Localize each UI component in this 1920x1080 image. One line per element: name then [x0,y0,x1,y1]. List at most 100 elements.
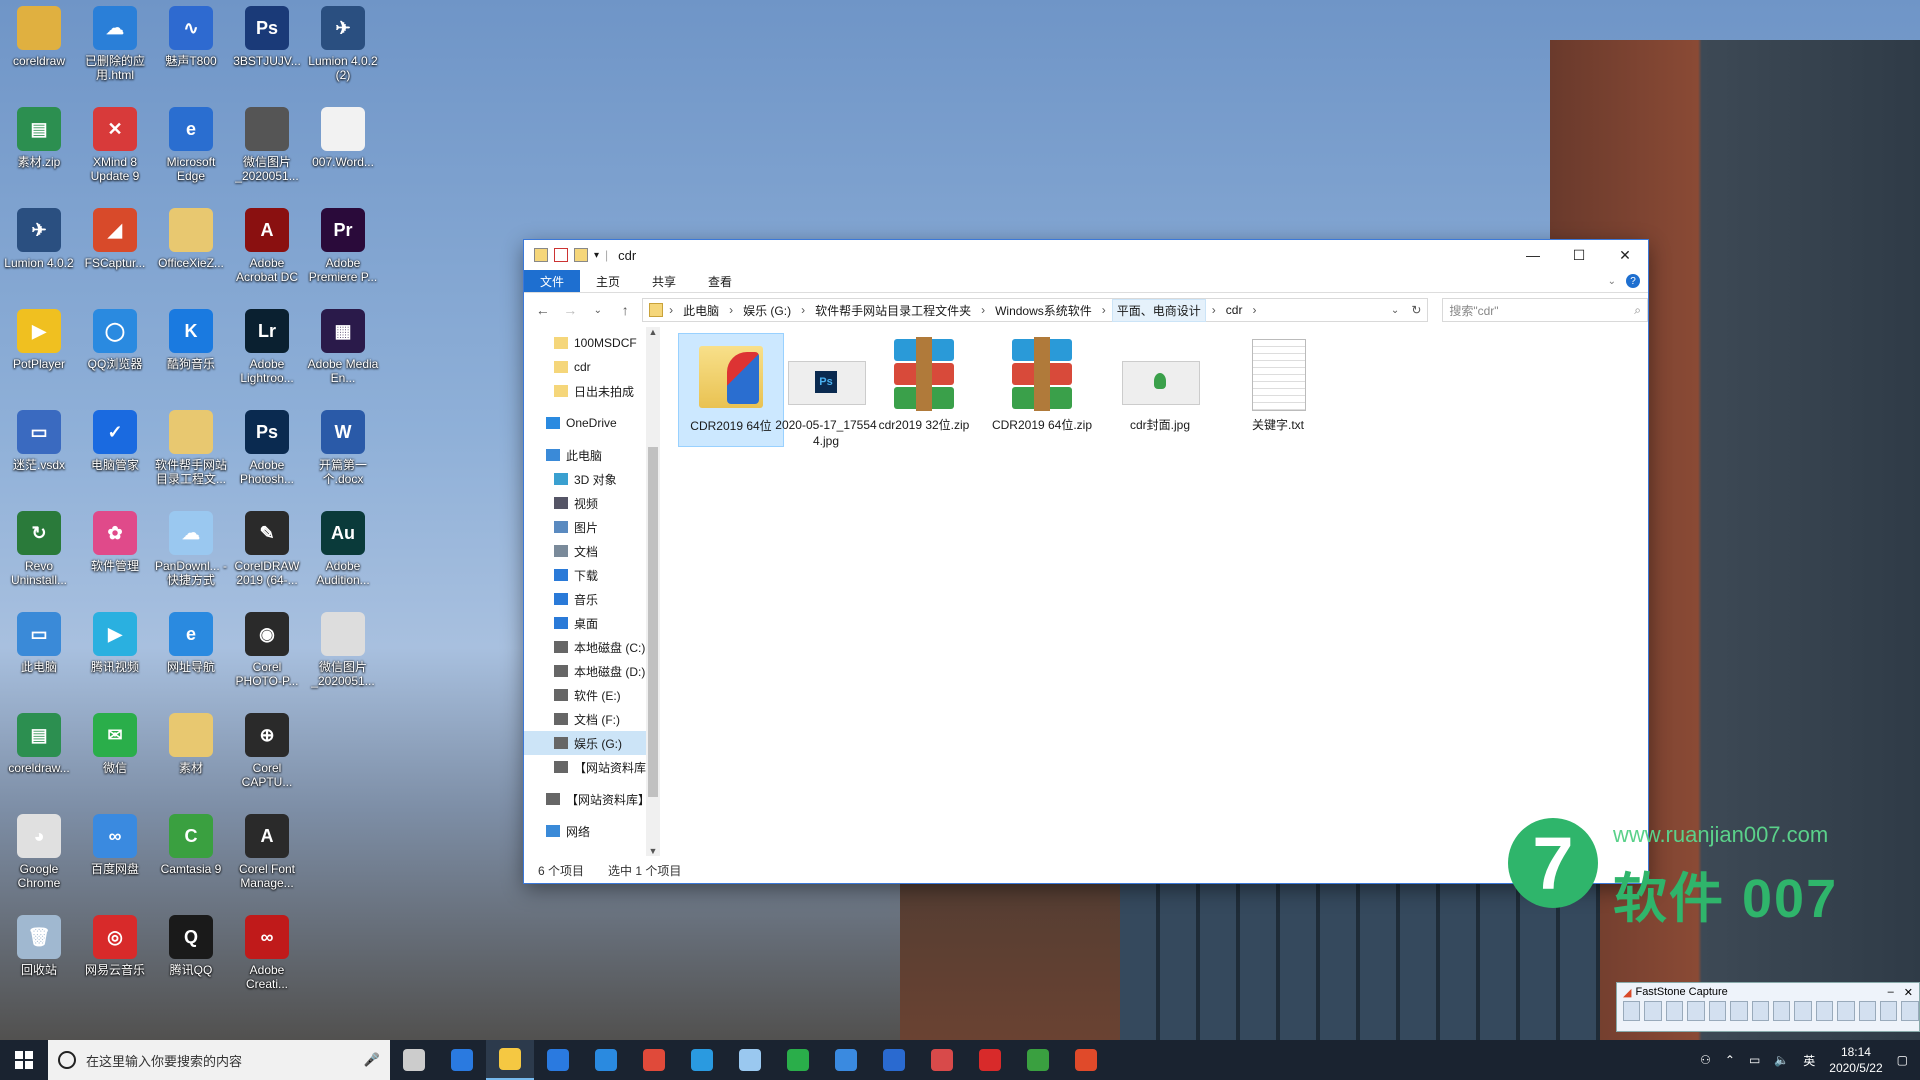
nav-item[interactable]: 本地磁盘 (D:) [524,659,660,683]
address-dropdown-icon[interactable]: ⌄ [1391,305,1399,316]
capture-tool-icon[interactable] [1687,1001,1705,1021]
desktop-icon[interactable]: W 开篇第一个.docx [306,406,380,486]
tab-view[interactable]: 查看 [692,270,748,292]
taskbar-store-button[interactable] [534,1040,582,1080]
back-button[interactable]: ← [532,302,554,318]
breadcrumb-drive-g[interactable]: 娱乐 (G:) [739,300,795,321]
breadcrumb-design[interactable]: 平面、电商设计 [1111,298,1206,322]
desktop-icon[interactable]: Au Adobe Audition... [306,507,380,587]
desktop-icon[interactable]: Pr Adobe Premiere P... [306,204,380,284]
minimize-button[interactable]: — [1510,240,1556,270]
microphone-icon[interactable]: 🎤 [364,1052,380,1068]
title-bar[interactable]: ▾ | cdr — ☐ ✕ [524,240,1648,270]
file-item[interactable]: Ps 2020-05-17_175544.jpg [774,333,878,448]
desktop-icon[interactable]: 007.Word... [306,103,380,169]
nav-item[interactable]: 娱乐 (G:) [524,731,660,755]
desktop-icon[interactable]: ▤ coreldraw... [2,709,76,775]
capture-tool-icon[interactable] [1901,1001,1919,1021]
nav-item[interactable]: OneDrive [524,411,660,435]
desktop-icon[interactable]: ◕ Google Chrome [2,810,76,890]
nav-item[interactable]: 软件 (E:) [524,683,660,707]
taskbar-edge-button[interactable] [438,1040,486,1080]
search-box[interactable]: 搜索"cdr" ⌕ [1442,298,1649,322]
capture-tool-icon[interactable] [1623,1001,1641,1021]
notification-icon[interactable]: ▢ [1897,1053,1908,1067]
desktop-icon[interactable]: ◉ Corel PHOTO-P... [230,608,304,688]
taskbar-camtasia-button[interactable] [1014,1040,1062,1080]
nav-item[interactable]: 视频 [524,491,660,515]
nav-item[interactable]: 100MSDCF [524,331,660,355]
desktop-icon[interactable]: ◢ FSCaptur... [78,204,152,270]
desktop-icon[interactable]: ☁ PanDownl... - 快捷方式 [154,507,228,587]
refresh-icon[interactable]: ↻ [1405,303,1427,317]
capture-tool-icon[interactable] [1815,1001,1834,1021]
nav-item[interactable]: 文档 [524,539,660,563]
desktop-icon[interactable]: ▦ Adobe Media En... [306,305,380,385]
nav-item[interactable]: 文档 (F:) [524,707,660,731]
desktop-icon[interactable]: Q 腾讯QQ [154,911,228,977]
capture-tool-icon[interactable] [1837,1001,1855,1021]
desktop-icon[interactable]: ☁ 已删除的应用.html [78,2,152,82]
people-icon[interactable]: ⚇ [1700,1053,1711,1067]
desktop-icon[interactable]: 软件帮手网站目录工程文... [154,406,228,486]
nav-item[interactable]: 图片 [524,515,660,539]
desktop-icon[interactable]: ⊕ Corel CAPTU... [230,709,304,789]
desktop-icon[interactable]: ▤ 素材.zip [2,103,76,169]
capture-tool-icon[interactable] [1644,1001,1662,1021]
nav-item[interactable]: 网络 [524,819,660,843]
nav-item[interactable]: 日出未拍成 [524,379,660,403]
desktop-icon[interactable]: ▶ PotPlayer [2,305,76,371]
desktop-icon[interactable]: A Corel Font Manage... [230,810,304,890]
nav-item[interactable]: 3D 对象 [524,467,660,491]
capture-tool-icon[interactable] [1730,1001,1748,1021]
faststone-titlebar[interactable]: ◢ FastStone Capture – ✕ [1617,983,1919,1001]
tab-home[interactable]: 主页 [580,270,636,292]
recent-locations-button[interactable]: ⌄ [587,305,609,316]
file-item[interactable]: CDR2019 64位 [678,333,784,447]
volume-icon[interactable]: 🔈 [1774,1053,1789,1067]
desktop-icon[interactable]: e 网址导航 [154,608,228,674]
desktop-icon[interactable]: e Microsoft Edge [154,103,228,183]
taskbar-explorer-button[interactable] [486,1040,534,1080]
scroll-down-icon[interactable]: ▼ [646,846,660,856]
tab-file[interactable]: 文件 [524,270,581,292]
desktop-icon[interactable]: Ps Adobe Photosh... [230,406,304,486]
desktop-icon[interactable]: ▭ 此电脑 [2,608,76,674]
up-button[interactable]: ↑ [615,302,637,318]
taskbar-chrome-button[interactable] [630,1040,678,1080]
tab-share[interactable]: 共享 [636,270,692,292]
new-folder-icon[interactable] [574,248,588,262]
desktop-icon[interactable]: Ps 3BSTJUJV... [230,2,304,68]
qat-dropdown-icon[interactable]: ▾ [594,250,599,261]
desktop-icon[interactable]: A Adobe Acrobat DC [230,204,304,284]
properties-icon[interactable] [554,248,568,262]
taskbar-wechat-button[interactable] [774,1040,822,1080]
breadcrumb-site-folder[interactable]: 软件帮手网站目录工程文件夹 [811,300,975,321]
desktop-icon[interactable]: ◯ QQ浏览器 [78,305,152,371]
address-bar[interactable]: › 此电脑 › 娱乐 (G:) › 软件帮手网站目录工程文件夹 › Window… [642,298,1429,322]
start-button[interactable] [0,1040,48,1080]
desktop-icon[interactable]: ↻ Revo Uninstall... [2,507,76,587]
scroll-up-icon[interactable]: ▲ [646,327,660,337]
taskbar-assistant-button[interactable] [918,1040,966,1080]
desktop-icon[interactable]: ✓ 电脑管家 [78,406,152,472]
desktop-icon[interactable]: ✉ 微信 [78,709,152,775]
desktop-icon[interactable]: 素材 [154,709,228,775]
desktop-icon[interactable]: ✈ Lumion 4.0.2 (2) [306,2,380,82]
capture-tool-icon[interactable] [1751,1001,1769,1021]
desktop-icon[interactable]: ▭ 迷茫.vsdx [2,406,76,472]
nav-item[interactable]: 下载 [524,563,660,587]
taskbar-mail-button[interactable] [582,1040,630,1080]
desktop-icon[interactable]: OfficeXieZ... [154,204,228,270]
desktop-icon[interactable]: Lr Adobe Lightroo... [230,305,304,385]
taskbar-onedrive-button[interactable] [726,1040,774,1080]
breadcrumb-cdr[interactable]: cdr [1222,301,1247,319]
nav-item[interactable]: 此电脑 [524,443,660,467]
capture-tool-icon[interactable] [1772,1001,1791,1021]
desktop-icon[interactable]: ◎ 网易云音乐 [78,911,152,977]
taskbar-audio-button[interactable] [870,1040,918,1080]
desktop-icon[interactable]: 🗑 回收站 [2,911,76,977]
navigation-pane[interactable]: 100MSDCF cdr 日出未拍成 OneDrive 此电脑 3D 对象 视频 图片 文档 下载… [524,327,660,856]
expand-ribbon-icon[interactable]: ⌄ [1608,276,1616,287]
desktop-icon[interactable]: C Camtasia 9 [154,810,228,876]
